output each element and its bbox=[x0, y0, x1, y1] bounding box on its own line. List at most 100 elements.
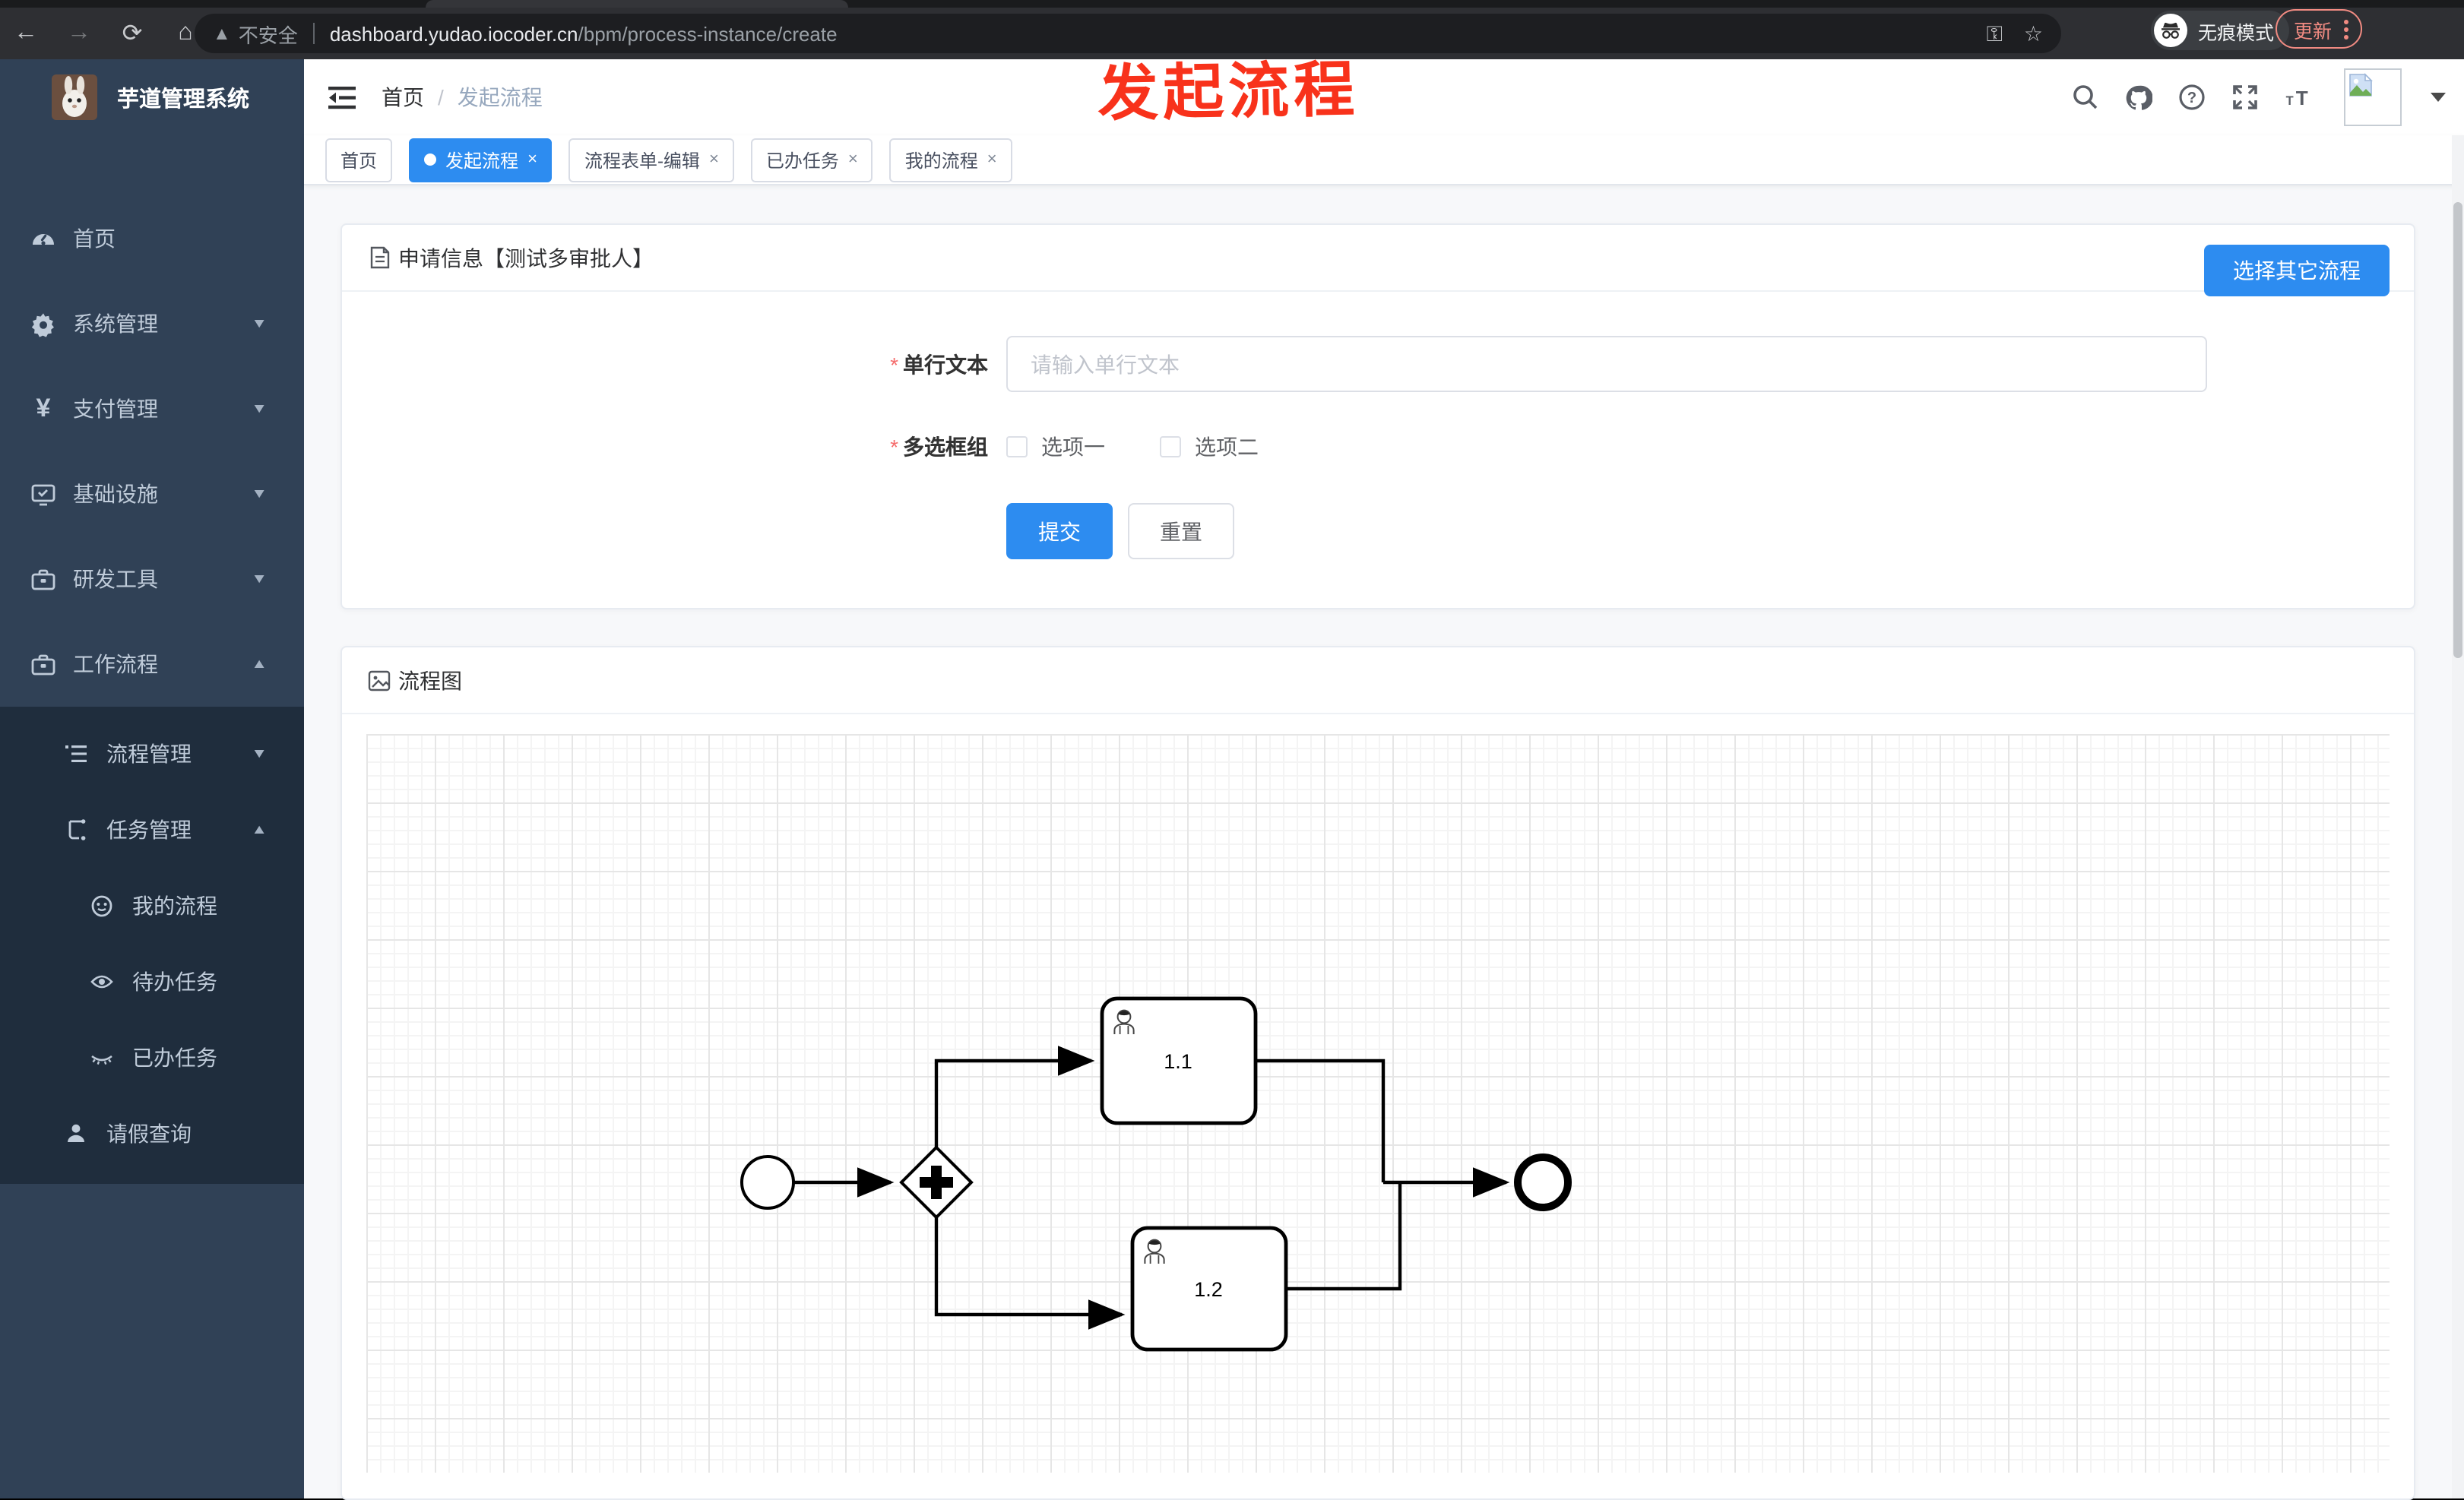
tab-form-edit[interactable]: 流程表单-编辑 × bbox=[568, 138, 734, 182]
password-key-icon[interactable]: ⚿ bbox=[1987, 21, 2003, 46]
user-task-1-1[interactable]: 1.1 bbox=[1100, 996, 1258, 1125]
close-icon[interactable]: × bbox=[987, 150, 997, 169]
sidebar-item-my-process[interactable]: 我的流程 bbox=[0, 868, 304, 944]
edge-gateway-task1 bbox=[934, 1046, 1095, 1147]
sidebar-item-home[interactable]: 首页 bbox=[0, 196, 304, 281]
yen-icon: ¥ bbox=[36, 394, 51, 422]
apply-card-title: 申请信息【测试多审批人】 bbox=[398, 245, 654, 270]
parallel-gateway[interactable] bbox=[899, 1145, 974, 1220]
sidebar-item-leave-query[interactable]: 请假查询 bbox=[0, 1096, 304, 1172]
browser-active-tab[interactable] bbox=[426, 0, 848, 8]
update-button[interactable]: 更新 bbox=[2276, 9, 2363, 49]
sidebar-item-label: 支付管理 bbox=[73, 397, 158, 421]
sidebar-item-label: 任务管理 bbox=[106, 818, 192, 842]
task-label: 1.1 bbox=[1164, 1050, 1192, 1073]
sidebar-item-workflow[interactable]: 工作流程 ▲ bbox=[0, 622, 304, 707]
flow-card-title: 流程图 bbox=[398, 668, 462, 692]
collapse-sidebar-icon[interactable] bbox=[328, 84, 356, 111]
red-annotation-title: 发起流程 bbox=[1097, 55, 1360, 130]
user-task-1-2[interactable]: 1.2 bbox=[1130, 1226, 1288, 1352]
apply-card-header: 申请信息【测试多审批人】 bbox=[342, 225, 2414, 292]
url-domain: dashboard.yudao.iocoder.cn bbox=[329, 22, 578, 45]
reload-icon[interactable]: ⟳ bbox=[119, 18, 146, 49]
browser-menu-icon[interactable] bbox=[2344, 19, 2349, 39]
bpmn-canvas[interactable]: 1.1 1.2 bbox=[366, 734, 2390, 1473]
edge-task2-merge bbox=[1286, 1182, 1402, 1291]
breadcrumb: 首页 / 发起流程 bbox=[382, 82, 543, 112]
sidebar-item-devtools[interactable]: 研发工具 ▼ bbox=[0, 536, 304, 622]
checkbox-option-1[interactable]: 选项一 bbox=[1006, 432, 1105, 462]
forward-icon[interactable]: → bbox=[65, 20, 93, 47]
close-icon[interactable]: × bbox=[848, 150, 858, 169]
sidebar-item-label: 已办任务 bbox=[132, 1046, 217, 1070]
page-scrollbar[interactable] bbox=[2452, 135, 2464, 1498]
scrollbar-thumb[interactable] bbox=[2453, 202, 2462, 658]
briefcase-icon bbox=[30, 651, 56, 677]
sidebar-item-task-mgmt[interactable]: 任务管理 ▲ bbox=[0, 792, 304, 868]
security-warning-icon[interactable]: ▲ bbox=[213, 23, 231, 44]
checkbox-group: 选项一 选项二 bbox=[1006, 432, 1259, 462]
sidebar-item-system[interactable]: 系统管理 ▼ bbox=[0, 281, 304, 366]
chevron-down-icon: ▼ bbox=[251, 316, 268, 331]
chevron-up-icon: ▲ bbox=[251, 657, 268, 672]
flow-icon bbox=[64, 818, 88, 842]
tags-view: 首页 发起流程 × 流程表单-编辑 × 已办任务 × 我的流程 × bbox=[304, 135, 2464, 185]
task-label: 1.2 bbox=[1194, 1278, 1223, 1301]
submit-button[interactable]: 提交 bbox=[1006, 503, 1113, 559]
url-separator bbox=[312, 23, 315, 44]
flow-diagram-card: 流程图 1.1 1.2 bbox=[340, 646, 2415, 1500]
checkbox-option-2[interactable]: 选项二 bbox=[1160, 432, 1259, 462]
logo-image bbox=[52, 74, 97, 120]
incognito-label: 无痕模式 bbox=[2198, 22, 2275, 43]
chevron-down-icon: ▼ bbox=[251, 486, 268, 502]
start-event[interactable] bbox=[740, 1155, 795, 1210]
incognito-badge: 无痕模式 bbox=[2151, 11, 2290, 50]
tab-start-process[interactable]: 发起流程 × bbox=[409, 138, 553, 182]
sidebar-item-label: 系统管理 bbox=[73, 312, 158, 336]
help-icon[interactable]: ? bbox=[2178, 84, 2206, 111]
choose-other-process-button[interactable]: 选择其它流程 bbox=[2204, 245, 2390, 296]
checkbox-label: 选项二 bbox=[1195, 435, 1259, 459]
breadcrumb-home[interactable]: 首页 bbox=[382, 82, 424, 112]
tab-home[interactable]: 首页 bbox=[325, 138, 393, 182]
image-icon bbox=[368, 669, 391, 691]
checkbox-icon[interactable] bbox=[1160, 436, 1181, 457]
sidebar-item-process-mgmt[interactable]: 流程管理 ▼ bbox=[0, 716, 304, 792]
sidebar-item-infra[interactable]: 基础设施 ▼ bbox=[0, 451, 304, 536]
sidebar-item-payment[interactable]: ¥ 支付管理 ▼ bbox=[0, 366, 304, 451]
required-mark: * bbox=[890, 352, 898, 376]
checkbox-icon[interactable] bbox=[1006, 436, 1028, 457]
reset-button[interactable]: 重置 bbox=[1128, 503, 1234, 559]
svg-text:T: T bbox=[2286, 94, 2294, 108]
active-dot-icon bbox=[424, 153, 437, 166]
bpmn-diagram: 1.1 1.2 bbox=[740, 996, 1572, 1352]
dashboard-icon bbox=[30, 226, 56, 252]
close-icon[interactable]: × bbox=[709, 150, 719, 169]
fullscreen-icon[interactable] bbox=[2231, 84, 2259, 111]
end-event[interactable] bbox=[1514, 1153, 1572, 1211]
search-icon[interactable] bbox=[2072, 84, 2099, 111]
sidebar-item-label: 研发工具 bbox=[73, 567, 158, 591]
workflow-submenu: 流程管理 ▼ 任务管理 ▲ 我的流程 待办任务 已办任务 请假查询 bbox=[0, 707, 304, 1184]
svg-text:T: T bbox=[2296, 87, 2308, 109]
avatar-dropdown-icon[interactable] bbox=[2431, 93, 2446, 102]
sidebar-item-todo-tasks[interactable]: 待办任务 bbox=[0, 944, 304, 1020]
close-icon[interactable]: × bbox=[527, 150, 537, 169]
tab-my-process[interactable]: 我的流程 × bbox=[889, 138, 1012, 182]
sidebar-item-label: 待办任务 bbox=[132, 970, 217, 994]
back-icon[interactable]: ← bbox=[12, 20, 40, 47]
face-icon bbox=[90, 894, 114, 918]
tab-label: 已办任务 bbox=[765, 150, 839, 171]
logo[interactable]: 芋道管理系统 bbox=[0, 59, 304, 135]
apply-info-card: 申请信息【测试多审批人】 选择其它流程 *单行文本 *多选框组 选项一 选项二 bbox=[340, 223, 2415, 609]
font-size-icon[interactable]: TT bbox=[2285, 84, 2312, 111]
sidebar: 芋道管理系统 首页 系统管理 ▼ ¥ 支付管理 ▼ 基础设施 ▼ 研发工具 ▼ … bbox=[0, 59, 304, 1498]
single-line-text-input[interactable] bbox=[1006, 336, 2207, 392]
github-icon[interactable] bbox=[2125, 84, 2152, 111]
avatar[interactable] bbox=[2344, 68, 2402, 126]
bookmark-star-icon[interactable]: ☆ bbox=[2024, 21, 2043, 46]
sidebar-item-done-tasks[interactable]: 已办任务 bbox=[0, 1020, 304, 1096]
eye-icon bbox=[90, 970, 114, 994]
tab-done-tasks[interactable]: 已办任务 × bbox=[750, 138, 873, 182]
sidebar-item-label: 基础设施 bbox=[73, 482, 158, 506]
